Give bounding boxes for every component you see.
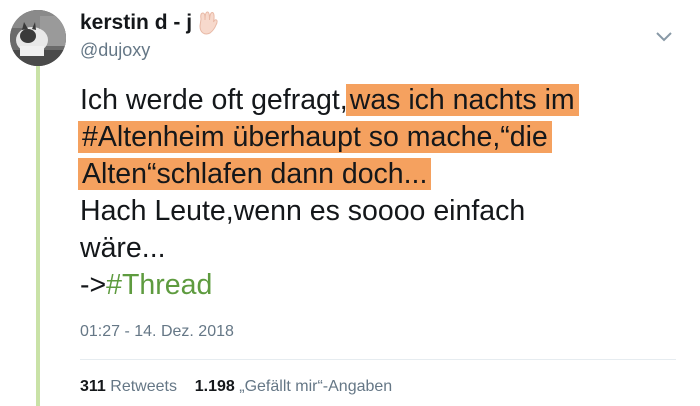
tweet-text-plain: Ich werde oft gefragt, bbox=[80, 84, 348, 116]
display-name-text[interactable]: kerstin d - j bbox=[80, 11, 192, 35]
likes-stat[interactable]: 1.198 „Gefällt mir“-Angaben bbox=[195, 378, 392, 395]
likes-count: 1.198 bbox=[194, 378, 235, 395]
engagement-stats: 311 Retweets 1.198 „Gefällt mir“-Angaben bbox=[80, 378, 392, 396]
user-handle[interactable]: @dujoxy bbox=[80, 40, 150, 61]
highlighted-text: was ich nachts im bbox=[345, 84, 579, 116]
arrow-text: -> bbox=[80, 269, 107, 301]
tweet-line-3: Alten“schlafen dann doch... bbox=[78, 156, 680, 193]
avatar-image bbox=[10, 10, 66, 66]
tweet-line-6: ->#Thread bbox=[80, 267, 680, 304]
display-name[interactable]: kerstin d - j bbox=[80, 10, 219, 36]
hashtag-link-thread[interactable]: #Thread bbox=[106, 269, 212, 301]
retweets-stat[interactable]: 311 Retweets bbox=[80, 378, 177, 395]
tweet-text: Ich werde oft gefragt,was ich nachts im … bbox=[78, 82, 680, 304]
retweets-label: Retweets bbox=[110, 378, 177, 395]
vulcan-salute-icon bbox=[197, 10, 219, 36]
tweet-line-5: wäre... bbox=[80, 232, 166, 264]
highlighted-text: Alten“schlafen dann doch... bbox=[78, 158, 432, 190]
retweets-count: 311 bbox=[80, 378, 106, 395]
chevron-down-icon[interactable] bbox=[654, 28, 674, 44]
tweet-line-2: #Altenheim überhaupt so mache,“die bbox=[78, 119, 680, 156]
divider bbox=[80, 359, 676, 360]
likes-label: „Gefällt mir“-Angaben bbox=[239, 378, 393, 395]
thread-line bbox=[36, 66, 40, 406]
highlighted-text: #Altenheim überhaupt so mache,“die bbox=[78, 121, 552, 153]
tweet-line-1: Ich werde oft gefragt,was ich nachts im bbox=[80, 82, 680, 119]
tweet-card: kerstin d - j @dujoxy Ich werde oft gefr… bbox=[0, 0, 700, 406]
tweet-line-4: Hach Leute,wenn es soooo einfach bbox=[80, 195, 526, 227]
timestamp[interactable]: 01:27 - 14. Dez. 2018 bbox=[80, 323, 234, 341]
avatar[interactable] bbox=[10, 10, 66, 66]
